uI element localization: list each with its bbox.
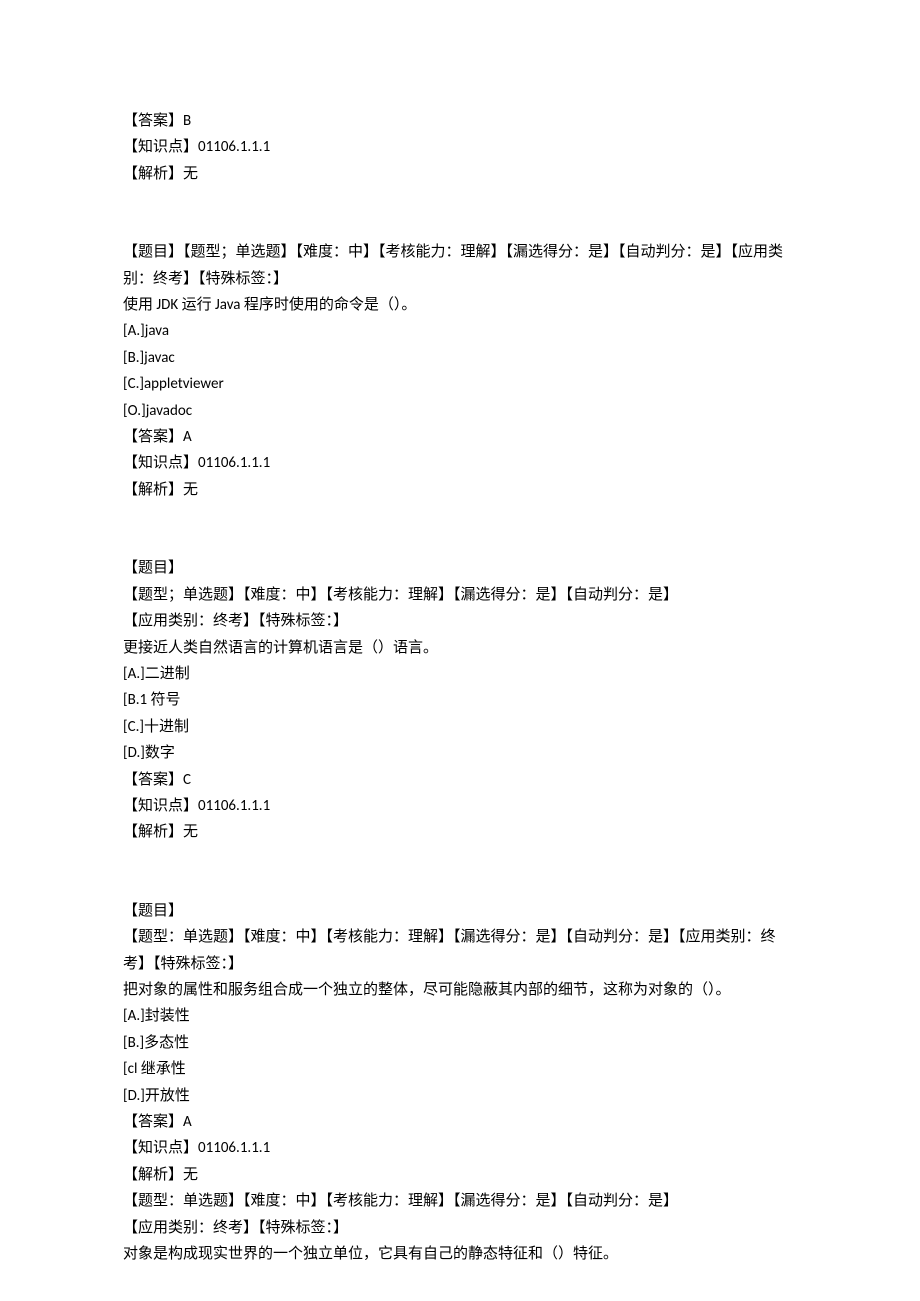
block-gap: [123, 846, 797, 898]
exp-label: 【解析】: [123, 823, 183, 841]
kp-line: 【知识点】01106.1.1.1: [123, 1135, 797, 1161]
question-tags: 【题型：单选题】【难度：中】【考核能力：理解】【漏选得分：是】【自动判分：是】: [123, 1188, 797, 1214]
question-stem: 更接近人类自然语言的计算机语言是（）语言。: [123, 635, 797, 661]
exp-value: 无: [183, 1166, 198, 1184]
exp-label: 【解析】: [123, 481, 183, 499]
question-header: 【题目】【题型；单选题】【难度：中】【考核能力：理解】【漏选得分：是】【自动判分…: [123, 239, 797, 292]
answer-label: 【答案】: [123, 1113, 183, 1131]
block-gap: [123, 187, 797, 239]
question-stem: 对象是构成现实世界的一个独立单位，它具有自己的静态特征和（）特征。: [123, 1241, 797, 1267]
answer-label: 【答案】: [123, 112, 183, 130]
option-b: [B.1 符号: [123, 687, 797, 713]
kp-line: 【知识点】01106.1.1.1: [123, 134, 797, 160]
block-gap: [123, 503, 797, 555]
exp-label: 【解析】: [123, 165, 183, 183]
option-d: [D.]开放性: [123, 1083, 797, 1109]
exp-value: 无: [183, 481, 198, 499]
question-stem: 使用 JDK 运行 Java 程序时使用的命令是（）。: [123, 292, 797, 318]
answer-value: A: [183, 1113, 192, 1131]
answer-label: 【答案】: [123, 428, 183, 446]
exp-value: 无: [183, 165, 198, 183]
exp-line: 【解析】无: [123, 477, 797, 503]
kp-value: 01106.1.1.1: [198, 138, 270, 156]
answer-value: B: [183, 112, 191, 130]
kp-label: 【知识点】: [123, 138, 198, 156]
exp-line: 【解析】无: [123, 1162, 797, 1188]
kp-label: 【知识点】: [123, 454, 198, 472]
question-tags: 【应用类别：终考】【特殊标签：】: [123, 608, 797, 634]
option-b: [B.]javac: [123, 345, 797, 371]
option-c: [C.]十进制: [123, 714, 797, 740]
exp-line: 【解析】无: [123, 161, 797, 187]
exp-value: 无: [183, 823, 198, 841]
answer-value: C: [183, 771, 191, 789]
question-tags: 【题型；单选题】【难度：中】【考核能力：理解】【漏选得分：是】【自动判分：是】: [123, 582, 797, 608]
option-c: [cl 继承性: [123, 1056, 797, 1082]
answer-line: 【答案】B: [123, 108, 797, 134]
exp-label: 【解析】: [123, 1166, 183, 1184]
option-b: [B.]多态性: [123, 1030, 797, 1056]
option-a: [A.]java: [123, 318, 797, 344]
kp-label: 【知识点】: [123, 797, 198, 815]
answer-line: 【答案】A: [123, 424, 797, 450]
answer-line: 【答案】A: [123, 1109, 797, 1135]
option-a: [A.]二进制: [123, 661, 797, 687]
kp-value: 01106.1.1.1: [198, 797, 270, 815]
question-stem: 把对象的属性和服务组合成一个独立的整体，尽可能隐蔽其内部的细节，这称为对象的（）…: [123, 977, 797, 1003]
question-tags: 【题型：单选题】【难度：中】【考核能力：理解】【漏选得分：是】【自动判分：是】【…: [123, 924, 797, 977]
option-d: [D.]数字: [123, 740, 797, 766]
exp-line: 【解析】无: [123, 819, 797, 845]
option-d: [O.]javadoc: [123, 398, 797, 424]
question-title: 【题目】: [123, 555, 797, 581]
answer-value: A: [183, 428, 192, 446]
question-title: 【题目】: [123, 898, 797, 924]
kp-line: 【知识点】01106.1.1.1: [123, 793, 797, 819]
document-page: 【答案】B 【知识点】01106.1.1.1 【解析】无 【题目】【题型；单选题…: [0, 0, 920, 1267]
kp-label: 【知识点】: [123, 1139, 198, 1157]
question-tags: 【应用类别：终考】【特殊标签：】: [123, 1215, 797, 1241]
answer-line: 【答案】C: [123, 767, 797, 793]
kp-value: 01106.1.1.1: [198, 1139, 270, 1157]
option-c: [C.]appletviewer: [123, 371, 797, 397]
answer-label: 【答案】: [123, 771, 183, 789]
option-a: [A.]封装性: [123, 1003, 797, 1029]
kp-value: 01106.1.1.1: [198, 454, 270, 472]
kp-line: 【知识点】01106.1.1.1: [123, 450, 797, 476]
